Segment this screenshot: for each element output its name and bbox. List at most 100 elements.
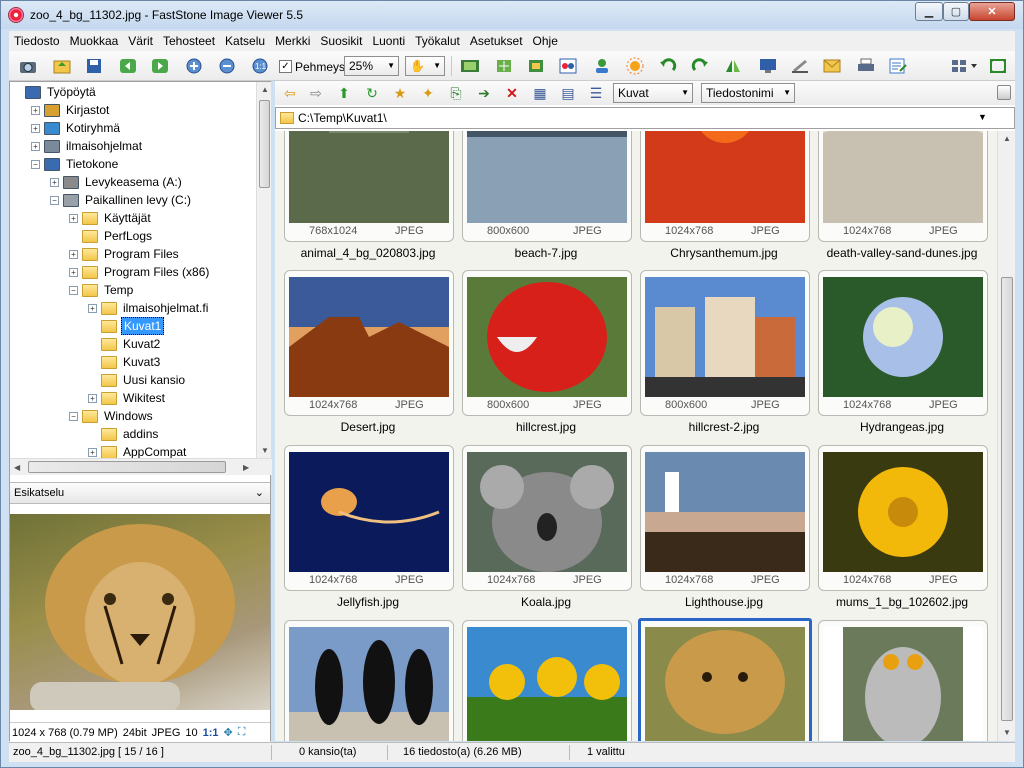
tree-horizontal-scrollbar[interactable]: ◀ ▶ <box>10 458 272 475</box>
thumbnail-card[interactable]: 1024x768JPEG <box>640 131 810 242</box>
menu-katselu[interactable]: Katselu <box>220 34 270 48</box>
expand-icon[interactable]: + <box>31 105 40 115</box>
thumbnail-card[interactable]: 1024x768JPEG <box>640 445 810 591</box>
rotate-right-icon[interactable] <box>689 55 711 77</box>
tree-node[interactable]: Työpöytä <box>12 83 98 101</box>
thumbnail-image[interactable] <box>289 452 449 572</box>
scroll-down-icon[interactable]: ▼ <box>1003 728 1011 737</box>
tree-node[interactable]: + Kotiryhmä <box>31 119 122 137</box>
tree-node[interactable]: + Kirjastot <box>31 101 111 119</box>
thumbnail-image[interactable] <box>645 452 805 572</box>
forward-icon[interactable]: ⇨ <box>305 82 327 104</box>
open-icon[interactable] <box>51 55 73 77</box>
tree-node-label[interactable]: Wikitest <box>121 390 167 406</box>
collapse-icon[interactable]: ⌄ <box>255 483 264 503</box>
fit-icon[interactable]: ✥ <box>224 726 233 739</box>
menu-ty-kalut[interactable]: Työkalut <box>410 34 465 48</box>
maximize-button[interactable]: ▢ <box>943 2 969 21</box>
scrollbar-thumb[interactable] <box>1001 277 1013 721</box>
menu-v-rit[interactable]: Värit <box>123 34 158 48</box>
tree-node[interactable]: + ilmaisohjelmat <box>31 137 144 155</box>
back-icon[interactable]: ⇦ <box>279 82 301 104</box>
thumbnail-filename[interactable]: Chrysanthemum.jpg <box>635 246 813 260</box>
sort-select[interactable]: Tiedostonimi ▼ <box>701 83 795 103</box>
thumbnail-item[interactable]: 800x600 JPEG hillcrest-2.jpg <box>635 270 813 445</box>
view-mode-icon[interactable] <box>949 55 981 77</box>
thumbnail-item[interactable]: 1024x768JPEGzoo_4_bg_11302.jpg <box>635 618 813 741</box>
app-icon[interactable] <box>8 7 24 23</box>
tree-node[interactable]: + Program Files <box>69 245 181 263</box>
favorites-icon[interactable]: ★ <box>389 82 411 104</box>
tree-node-label[interactable]: Uusi kansio <box>121 372 187 388</box>
thumbnail-item[interactable]: 800x600 JPEG beach-7.jpg <box>457 131 635 271</box>
tree-node-label[interactable]: PerfLogs <box>102 228 154 244</box>
thumbnail-item[interactable]: 1024x768 JPEG mums_1_bg_102602.jpg <box>813 445 991 620</box>
thumbnail-filename[interactable]: hillcrest-2.jpg <box>635 420 813 434</box>
thumbnail-card[interactable]: 1024x768JPEG <box>462 620 632 741</box>
thumbnail-item[interactable]: 1024x768JPEGTulips.jpg <box>457 620 635 741</box>
tree-node-label[interactable]: Käyttäjät <box>102 210 153 226</box>
tree-vertical-scrollbar[interactable]: ▲ ▼ <box>256 82 271 458</box>
grid-vertical-scrollbar[interactable]: ▲ ▼ <box>997 131 1015 741</box>
thumbnail-item[interactable]: 1024x768 JPEG Jellyfish.jpg <box>279 445 457 620</box>
edit-list-icon[interactable] <box>887 55 909 77</box>
minimize-button[interactable]: ▁ <box>915 2 943 21</box>
menu-ohje[interactable]: Ohje <box>528 34 563 48</box>
thumbnail-card[interactable]: 1024x768JPEG <box>638 618 812 741</box>
zoom-in-icon[interactable] <box>183 55 205 77</box>
thumbnail-item[interactable]: 1024x768 JPEG Lighthouse.jpg <box>635 445 813 620</box>
tree-node-label[interactable]: Windows <box>102 408 155 424</box>
tree-node-label[interactable]: addins <box>121 426 160 442</box>
tree-node[interactable]: − Paikallinen levy (C:) <box>50 191 193 209</box>
thumbnail-item[interactable]: 800x600 JPEG hillcrest.jpg <box>457 270 635 445</box>
expand-icon[interactable]: − <box>69 411 78 421</box>
thumbnail-image[interactable] <box>823 627 983 741</box>
thumbnail-view-icon[interactable]: ▦ <box>529 82 551 104</box>
refresh-icon[interactable]: ↻ <box>361 82 383 104</box>
fullscreen-preview-icon[interactable]: ⛶ <box>238 726 246 739</box>
expand-icon[interactable]: − <box>69 285 78 295</box>
actual-size-icon[interactable]: 1:1 <box>249 55 271 77</box>
thumbnail-card[interactable]: 1024x768JPEG <box>284 445 454 591</box>
title-bar[interactable]: zoo_4_bg_11302.jpg - FastStone Image Vie… <box>1 1 1023 29</box>
zoom-select[interactable]: 25% ▼ <box>344 56 399 76</box>
thumbnail-image[interactable] <box>645 131 805 223</box>
recycle-bin-icon[interactable] <box>997 85 1011 100</box>
zoom-out-icon[interactable] <box>216 55 238 77</box>
tree-node-label[interactable]: Tietokone <box>64 156 120 172</box>
tree-node[interactable]: + AppCompat <box>88 443 188 458</box>
menu-luonti[interactable]: Luonti <box>367 34 410 48</box>
thumbnail-item[interactable]: 1024x768 JPEG Koala.jpg <box>457 445 635 620</box>
thumbnail-card[interactable]: 800x600 JPEG <box>640 270 810 416</box>
tree-node-label[interactable]: Työpöytä <box>45 84 98 100</box>
expand-icon[interactable]: + <box>69 213 78 223</box>
slideshow-icon[interactable] <box>459 55 481 77</box>
thumbnail-filename[interactable]: death-valley-sand-dunes.jpg <box>813 246 991 260</box>
copy-to-icon[interactable]: ⎘ <box>445 82 467 104</box>
path-text[interactable]: C:\Temp\Kuvat1\ <box>298 111 387 125</box>
thumbnail-card[interactable]: 1024x768JPEG <box>462 445 632 591</box>
thumbnail-image[interactable] <box>823 452 983 572</box>
thumbnail-image[interactable] <box>645 627 805 741</box>
save-icon[interactable] <box>83 55 105 77</box>
tree-node-label[interactable]: ilmaisohjelmat <box>64 138 144 154</box>
filter-select[interactable]: Kuvat ▼ <box>613 83 693 103</box>
smooth-checkbox[interactable]: ✓ <box>279 60 292 73</box>
thumbnail-filename[interactable]: beach-7.jpg <box>457 246 635 260</box>
scroll-left-icon[interactable]: ◀ <box>14 463 20 472</box>
menu-asetukset[interactable]: Asetukset <box>465 34 528 48</box>
tree-node[interactable]: Kuvat3 <box>88 353 162 371</box>
tree-node-label[interactable]: AppCompat <box>121 444 188 458</box>
thumbnail-item[interactable]: 768x1025JPEGzoo_5_bg_050403.jpg <box>813 620 991 741</box>
thumbnail-filename[interactable]: Jellyfish.jpg <box>279 595 457 609</box>
folder-tree[interactable]: Työpöytä + Kirjastot + Kotiryhmä + ilmaisohjel… <box>10 82 256 458</box>
thumbnail-image[interactable] <box>289 131 449 223</box>
up-folder-icon[interactable]: ⬆ <box>333 82 355 104</box>
fullscreen-icon[interactable] <box>987 55 1009 77</box>
thumbnail-card[interactable]: 800x600 JPEG <box>462 270 632 416</box>
person-icon[interactable] <box>591 55 613 77</box>
thumbnail-image[interactable] <box>467 131 627 223</box>
tree-node-label[interactable]: Program Files (x86) <box>102 264 211 280</box>
scroll-down-icon[interactable]: ▼ <box>261 446 269 455</box>
expand-icon[interactable]: + <box>31 123 40 133</box>
